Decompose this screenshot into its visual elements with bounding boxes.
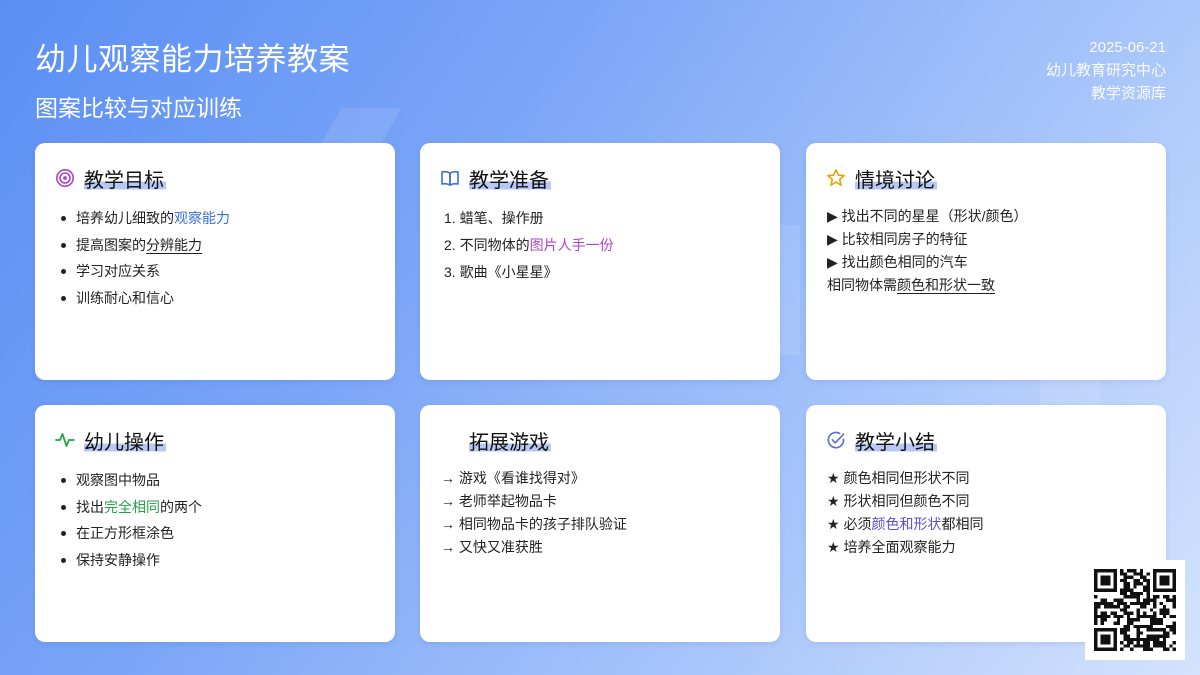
book-icon — [440, 168, 460, 188]
list-item: 培养幼儿细致的观察能力 — [61, 205, 375, 232]
date-text: 2025-06-21 — [1089, 39, 1166, 56]
list-item: ★ 形状相同但颜色不同 — [827, 493, 970, 509]
header-meta: 2025-06-21 幼儿教育研究中心 教学资源库 — [1046, 36, 1166, 105]
card-title: 拓展游戏 — [469, 425, 551, 455]
list-item: → 相同物品卡的孩子排队验证 — [441, 516, 627, 532]
list-item: 3. 歌曲《小星星》 — [444, 264, 558, 280]
list-item: 观察图中物品 — [61, 467, 375, 494]
card-title: 幼儿操作 — [84, 425, 166, 455]
card-teaching-goals: 教学目标 培养幼儿细致的观察能力 提高图案的分辨能力 学习对应关系 训练耐心和信… — [35, 143, 395, 380]
library-text: 教学资源库 — [1090, 85, 1166, 102]
card-title: 教学小结 — [855, 425, 937, 455]
card-child-operation: 幼儿操作 观察图中物品 找出完全相同的两个 在正方形框涂色 保持安静操作 — [35, 405, 395, 642]
list-item: 找出完全相同的两个 — [61, 494, 375, 521]
list-item: → 又快又准获胜 — [441, 539, 543, 555]
list-item: ▶ 找出颜色相同的汽车 — [827, 254, 968, 270]
page-title: 幼儿观察能力培养教案 — [35, 42, 350, 77]
list-item: ★ 必须颜色和形状都相同 — [827, 516, 984, 532]
card-title: 教学目标 — [84, 163, 166, 193]
list-item: 学习对应关系 — [61, 258, 375, 285]
org-text: 幼儿教育研究中心 — [1045, 62, 1166, 79]
list-item: ★ 颜色相同但形状不同 — [827, 470, 970, 486]
list-item: 相同物体需颜色和形状一致 — [827, 277, 995, 293]
card-extension-games: 拓展游戏 → 游戏《看谁找得对》 → 老师举起物品卡 → 相同物品卡的孩子排队验… — [420, 405, 780, 642]
card-discussion: 情境讨论 ▶ 找出不同的星星（形状/颜色） ▶ 比较相同房子的特征 ▶ 找出颜色… — [806, 143, 1166, 380]
card-title: 教学准备 — [469, 163, 551, 193]
activity-icon — [55, 430, 75, 450]
list-item: ★ 培养全面观察能力 — [827, 539, 956, 555]
card-teaching-prep: 教学准备 1. 蜡笔、操作册 2. 不同物体的图片人手一份 3. 歌曲《小星星》 — [420, 143, 780, 380]
header: 幼儿观察能力培养教案 图案比较与对应训练 — [35, 34, 350, 123]
list-item: ▶ 比较相同房子的特征 — [827, 231, 968, 247]
check-circle-icon — [826, 430, 846, 450]
qr-code — [1085, 560, 1185, 660]
list-item: ▶ 找出不同的星星（形状/颜色） — [827, 208, 1028, 224]
list-item: 保持安静操作 — [61, 547, 375, 574]
list-item: → 老师举起物品卡 — [441, 493, 557, 509]
list-item: → 游戏《看谁找得对》 — [441, 470, 585, 486]
star-icon — [826, 168, 846, 188]
card-title: 情境讨论 — [855, 163, 937, 193]
target-icon — [55, 168, 75, 188]
list-item: 提高图案的分辨能力 — [61, 232, 375, 259]
list-item: 2. 不同物体的图片人手一份 — [444, 237, 614, 253]
list-item: 训练耐心和信心 — [61, 285, 375, 312]
list-item: 在正方形框涂色 — [61, 520, 375, 547]
list-item: 1. 蜡笔、操作册 — [444, 210, 544, 226]
page-subtitle: 图案比较与对应训练 — [35, 95, 242, 121]
